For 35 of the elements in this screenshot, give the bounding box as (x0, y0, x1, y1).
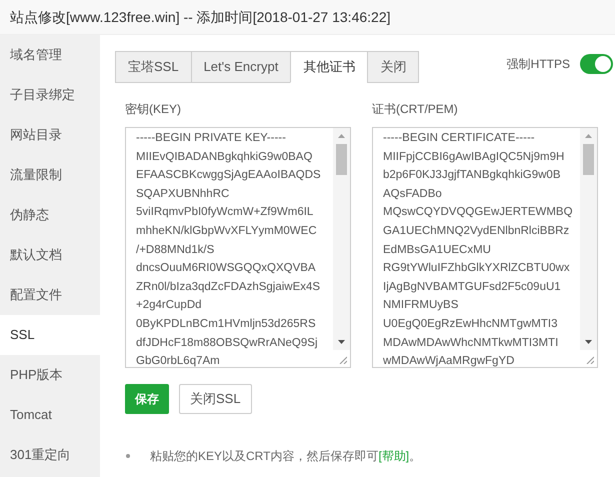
tab[interactable]: 关闭 (367, 51, 420, 83)
force-https-label: 强制HTTPS (506, 56, 570, 73)
field-label: 证书(CRT/PEM) (372, 102, 459, 116)
scroll-down-icon[interactable] (585, 340, 592, 344)
scroll-up-icon[interactable] (585, 134, 592, 138)
force-https-toggle[interactable] (580, 54, 613, 74)
sidebar-item[interactable]: 子目录绑定 (0, 75, 100, 115)
close-ssl-button[interactable]: 关闭SSL (179, 384, 252, 414)
scrollbar[interactable] (333, 128, 350, 350)
bullet-icon (126, 454, 130, 458)
help-note: 粘贴您的KEY以及CRT内容，然后保存即可[帮助]。 (150, 448, 422, 465)
window-title: 站点修改[www.123free.win] -- 添加时间[2018-01-27 13:46:22] (10, 8, 390, 27)
sidebar-item[interactable]: 默认文档 (0, 235, 100, 275)
sidebar-item[interactable]: 流量限制 (0, 155, 100, 195)
sidebar-item[interactable]: 域名管理 (0, 35, 100, 75)
tab[interactable]: 宝塔SSL (115, 51, 192, 83)
resize-grip-icon[interactable] (586, 356, 594, 364)
resize-grip-icon[interactable] (339, 356, 347, 364)
scroll-up-icon[interactable] (338, 134, 345, 138)
sidebar-item[interactable]: 301重定向 (0, 435, 100, 475)
sidebar-item[interactable]: 网站目录 (0, 115, 100, 155)
sidebar-item[interactable]: 伪静态 (0, 195, 100, 235)
scrollbar-thumb[interactable] (583, 144, 594, 175)
scroll-down-icon[interactable] (338, 340, 345, 344)
sidebar-item[interactable]: SSL (0, 315, 100, 355)
sidebar-item[interactable]: PHP版本 (0, 355, 100, 395)
text-area[interactable]: -----BEGIN PRIVATE KEY----- MIIEvQIBADANBgkqhkiG9w0BAQ EFAASCBKcwggSjAgEAAoIBAQDS SQAPXUBNhhRC 5viIRqmvPbI0fyWcmW+Zf9Wm6IL mhheKN/klGbpWvXFLYymM0WEC /+D88MNd1k/S dncsOuuM6RI0WSGQQxQXQVBA ZRn0l/bIza3qdZcFDAzhSgjaiwEx4S +2g4rCupDd 0ByKPDLnBCm1HVmljn53d265RS dfJDHcF18m88OBSQwRrANeQ9Sj GbG0rbL6q7Am (125, 127, 351, 368)
tab[interactable]: Let's Encrypt (190, 51, 292, 83)
tab[interactable]: 其他证书 (290, 51, 368, 83)
scrollbar[interactable] (580, 128, 597, 350)
text-area[interactable]: -----BEGIN CERTIFICATE----- MIIFpjCCBI6gAwIBAgIQC5Nj9m9H b2p6F0KJ3JgjfTANBgkqhkiG9w0B AQsFADBo MQswCQYDVQQGEwJERTEWMBQ GA1UEChMNQ2VydENlbnRlciBBRz EdMBsGA1UECxMU RG9tYWluIFZhbGlkYXRlZCBTU0wx IjAgBgNVBAMTGUFsd2F5c09uU1 NMIFRMUyBS U0EgQ0EgRzEwHhcNMTgwMTI3 MDAwMDAwWhcNMTkwMTI3MTI wMDAwWjAaMRgwFgYD (372, 127, 598, 368)
scrollbar-thumb[interactable] (336, 144, 347, 175)
field-label: 密钥(KEY) (125, 102, 182, 116)
sidebar-item[interactable]: 配置文件 (0, 275, 100, 315)
sidebar-item[interactable]: Tomcat (0, 395, 100, 435)
